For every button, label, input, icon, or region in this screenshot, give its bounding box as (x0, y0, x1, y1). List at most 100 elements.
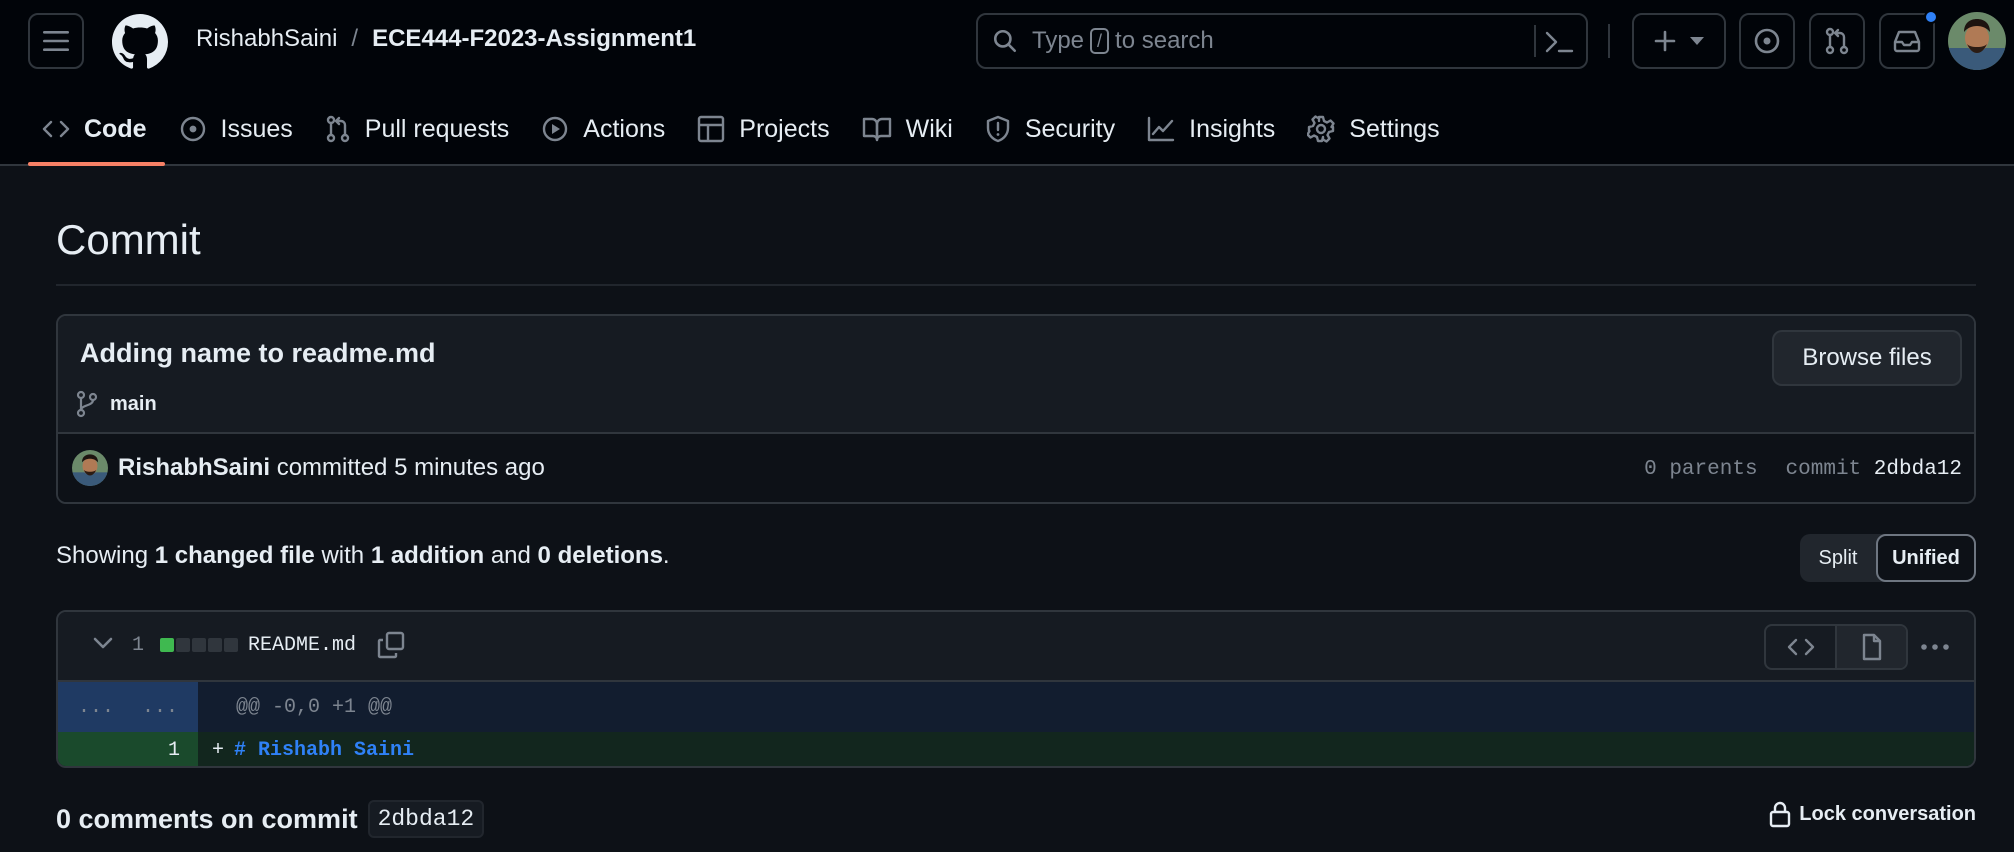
graph-icon (1147, 116, 1175, 142)
inbox-icon (1893, 30, 1921, 53)
commit-time[interactable]: 5 minutes ago (394, 454, 545, 481)
search-placeholder-suffix: to search (1115, 27, 1214, 54)
view-code-button[interactable] (1766, 626, 1835, 668)
pull-request-icon (1825, 27, 1849, 55)
file-icon (1862, 633, 1881, 661)
lock-conversation-button[interactable]: Lock conversation (1769, 800, 1976, 828)
commit-sha-label: commit (1785, 458, 1862, 481)
notification-dot (1924, 10, 1938, 24)
diff-summary: Showing 1 changed file with 1 addition a… (56, 542, 670, 570)
lock-icon (1770, 801, 1791, 828)
tab-label: Pull requests (364, 114, 510, 143)
file-diff: 1 README.md ... ... @@ -0,0 +1 @@ 1 + # … (56, 610, 1976, 768)
hunk-gutter-left: ... (77, 695, 114, 719)
hunk-gutter-right: ... (141, 695, 178, 719)
summary-end: . (662, 542, 670, 569)
tab-projects[interactable]: Projects (683, 100, 847, 150)
commit-refs: 0 parents commit 2dbda12 (1644, 458, 1962, 481)
tab-wiki[interactable]: Wiki (848, 100, 971, 150)
tab-settings[interactable]: Settings (1293, 100, 1457, 150)
parents-count: 0 parents (1644, 458, 1758, 481)
breadcrumb-separator: / (351, 25, 359, 52)
branch-label: main (76, 390, 157, 418)
user-avatar[interactable] (1948, 12, 2006, 70)
repo-tabs: Code Issues Pull requests Actions Projec… (28, 100, 1458, 166)
menu-button[interactable] (28, 13, 84, 69)
file-name-link[interactable]: README.md (248, 634, 356, 657)
commit-author-line: RishabhSaini committed 5 minutes ago (118, 454, 545, 482)
view-file-button[interactable] (1835, 626, 1906, 668)
copy-icon[interactable] (376, 630, 406, 660)
breadcrumb: RishabhSaini / ECE444-F2023-Assignment1 (196, 25, 696, 53)
search-placeholder-prefix: Type (1032, 27, 1085, 54)
browse-files-button[interactable]: Browse files (1772, 330, 1962, 386)
diffstat-block (176, 638, 190, 652)
diffstat-block (192, 638, 206, 652)
line-number[interactable]: 1 (58, 732, 198, 766)
tab-actions[interactable]: Actions (527, 100, 683, 150)
comments-heading: 0 comments on commit 2dbda12 (56, 800, 485, 838)
commit-sha: 2dbda12 (1873, 458, 1962, 481)
diff-view-toggle: Split Unified (1800, 534, 1976, 582)
pull-request-icon (326, 115, 349, 143)
your-issues-button[interactable] (1739, 13, 1795, 69)
branch-name[interactable]: main (110, 393, 157, 416)
tab-security[interactable]: Security (971, 100, 1133, 150)
search-placeholder: Type / to search (1032, 27, 1214, 55)
search-icon (993, 29, 1017, 53)
tab-label: Wiki (905, 114, 953, 143)
shield-icon (986, 115, 1010, 143)
page-title: Commit (56, 216, 201, 263)
header-divider (1608, 24, 1610, 58)
hunk-header-row: ... ... @@ -0,0 +1 @@ (58, 682, 1974, 732)
search-input[interactable]: Type / to search (976, 13, 1588, 69)
play-icon (543, 116, 568, 142)
comments-commit-sha[interactable]: 2dbda12 (367, 800, 485, 838)
tab-code[interactable]: Code (28, 100, 165, 166)
author-avatar[interactable] (72, 450, 108, 486)
tab-pull-requests[interactable]: Pull requests (311, 100, 528, 150)
line-code: + # Rishabh Saini (198, 732, 415, 766)
repo-link[interactable]: ECE444-F2023-Assignment1 (372, 25, 696, 53)
line-sign: + (212, 738, 225, 762)
tab-issues[interactable]: Issues (165, 100, 311, 150)
summary-with: with (321, 542, 365, 569)
issue-icon (1754, 28, 1780, 54)
your-pull-requests-button[interactable] (1809, 13, 1865, 69)
tab-insights[interactable]: Insights (1133, 100, 1293, 150)
commit-message: Adding name to readme.md (80, 338, 436, 368)
commit-header: Adding name to readme.md main Browse fil… (58, 316, 1974, 434)
title-divider (56, 284, 1976, 286)
create-new-button[interactable] (1632, 13, 1726, 69)
summary-and: and (490, 542, 531, 569)
owner-link[interactable]: RishabhSaini (196, 25, 337, 53)
summary-additions: 1 addition (370, 542, 485, 569)
line-content: # Rishabh Saini (234, 738, 415, 762)
gear-icon (1307, 115, 1335, 143)
search-divider (1534, 25, 1536, 57)
comments-title: 0 comments on commit (56, 803, 358, 834)
addition-row: 1 + # Rishabh Saini (58, 732, 1974, 766)
kebab-horizontal-icon[interactable] (1920, 634, 1950, 660)
plus-icon (1654, 30, 1676, 52)
hamburger-icon (43, 31, 69, 51)
code-icon (42, 120, 70, 138)
split-view-button[interactable]: Split (1800, 534, 1876, 582)
triangle-down-icon (1690, 37, 1704, 45)
global-header: RishabhSaini / ECE444-F2023-Assignment1 … (0, 0, 2014, 166)
tab-label: Code (84, 114, 147, 143)
tab-label: Issues (220, 114, 293, 143)
commit-card: Adding name to readme.md main Browse fil… (56, 314, 1976, 504)
summary-deletions: 0 deletions (537, 542, 663, 569)
github-logo-icon[interactable] (112, 14, 168, 70)
command-palette-icon[interactable] (1544, 29, 1574, 55)
hunk-expander[interactable]: ... ... (58, 682, 198, 732)
chevron-down-icon[interactable] (92, 636, 114, 650)
tab-label: Projects (739, 114, 830, 143)
commit-action: committed (276, 454, 388, 481)
table-icon (698, 115, 725, 143)
unified-view-button[interactable]: Unified (1876, 534, 1976, 582)
search-shortcut-key: / (1090, 28, 1110, 54)
diffstat-block (160, 638, 174, 652)
author-link[interactable]: RishabhSaini (118, 454, 270, 481)
